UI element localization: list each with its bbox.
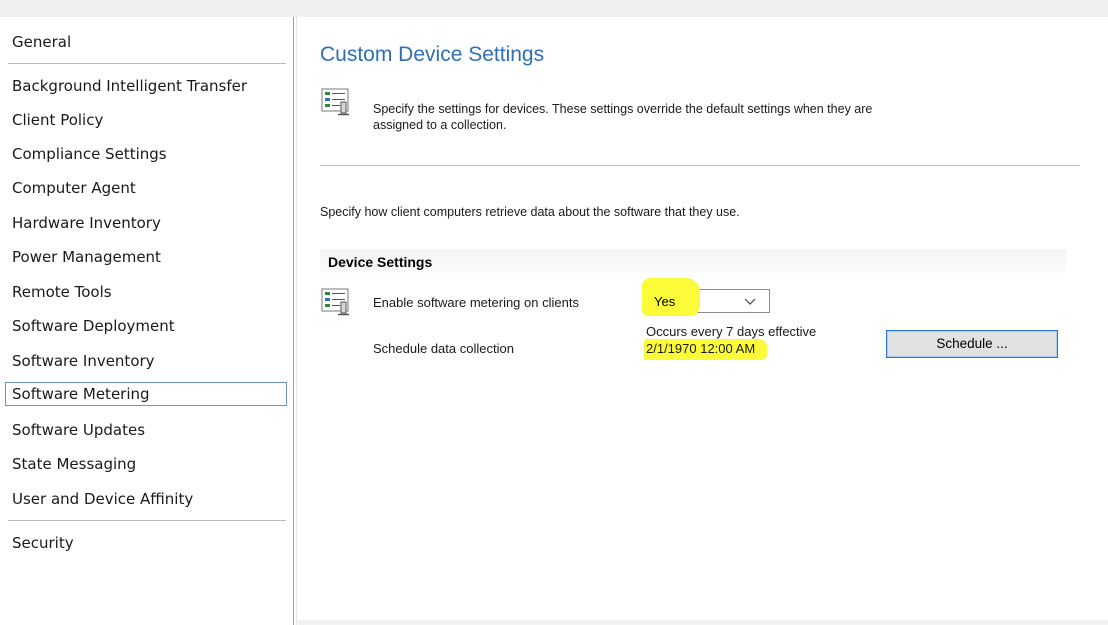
panel-splitter[interactable] [296,17,297,625]
main-panel: Custom Device Settings Specify the setti… [298,17,1108,625]
schedule-occurs-text: Occurs every 7 days effective [646,324,817,339]
dropdown-value: Yes [654,294,676,309]
sidebar-divider [8,63,286,64]
schedule-button[interactable]: Schedule ... [886,330,1058,358]
schedule-label: Schedule data collection [373,341,514,356]
sidebar-item-software-metering[interactable]: Software Metering [5,382,287,406]
sidebar-item-software-updates[interactable]: Software Updates [5,418,287,442]
sidebar-item-software-deployment[interactable]: Software Deployment [5,314,287,338]
sidebar-item-general[interactable]: General [5,30,287,54]
enable-metering-dropdown[interactable]: Yes [642,278,770,316]
sidebar-item-security[interactable]: Security [5,531,287,555]
sidebar-item-compliance-settings[interactable]: Compliance Settings [5,142,287,166]
sidebar-divider [8,520,286,521]
description-line-1: Specify the settings for devices. These … [373,102,873,116]
settings-list-icon [320,287,352,317]
chevron-down-icon [743,291,757,311]
sidebar-item-remote-tools[interactable]: Remote Tools [5,280,287,304]
enable-metering-label: Enable software metering on clients [373,295,579,310]
schedule-effective-date: 2/1/1970 12:00 AM [644,339,768,360]
sidebar-item-user-and-device-affinity[interactable]: User and Device Affinity [5,487,287,511]
sidebar-item-client-policy[interactable]: Client Policy [5,108,287,132]
settings-list-icon [320,87,352,117]
sidebar-item-power-management[interactable]: Power Management [5,245,287,269]
sidebar-item-state-messaging[interactable]: State Messaging [5,452,287,476]
bottom-edge [298,620,1108,625]
page-title: Custom Device Settings [320,43,545,66]
sidebar-item-software-inventory[interactable]: Software Inventory [5,349,287,373]
window-top-strip [0,0,1108,17]
sidebar-item-background-intelligent-transfer[interactable]: Background Intelligent Transfer [5,74,287,98]
description-line-2: assigned to a collection. [373,118,507,132]
sidebar-item-computer-agent[interactable]: Computer Agent [5,176,287,200]
intro-text: Specify how client computers retrieve da… [320,205,740,219]
sidebar: General Background Intelligent Transfer … [0,17,294,625]
header-divider [320,165,1080,166]
group-header-device-settings: Device Settings [320,249,1066,273]
schedule-summary: Occurs every 7 days effective 2/1/1970 1… [644,324,817,360]
sidebar-item-hardware-inventory[interactable]: Hardware Inventory [5,211,287,235]
page-description: Specify the settings for devices. These … [373,101,1093,133]
